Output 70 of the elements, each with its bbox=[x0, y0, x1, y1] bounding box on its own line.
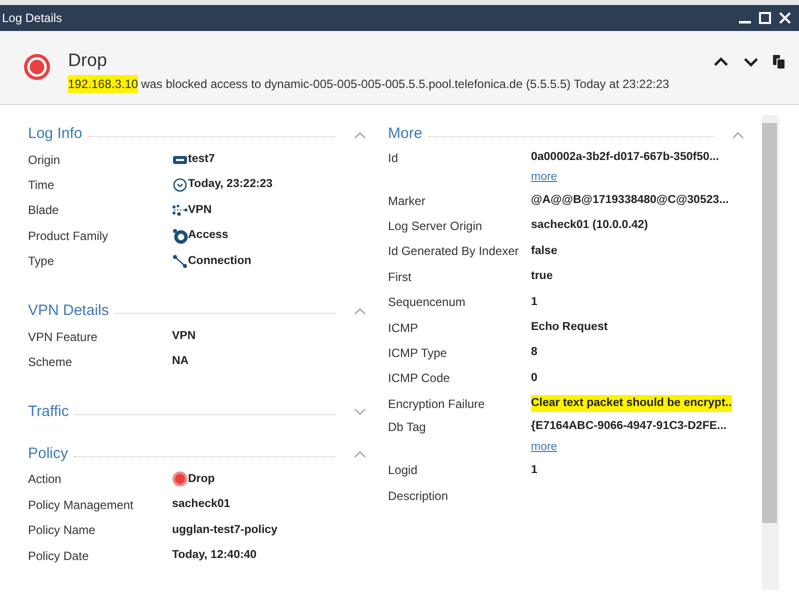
field-label: Id bbox=[388, 150, 400, 166]
field-label: ICMP Type bbox=[388, 345, 448, 362]
field-label: Logid bbox=[388, 462, 418, 480]
section-title[interactable]: VPN Details bbox=[28, 300, 109, 323]
field-value: test7 bbox=[188, 152, 215, 168]
field-label: Policy Date bbox=[28, 548, 90, 565]
field-value: Today, 12:40:40 bbox=[172, 548, 257, 563]
source-ip: 192.168.3.10 bbox=[68, 75, 138, 93]
field-label: Db Tag bbox=[388, 419, 427, 436]
field-value: true bbox=[531, 269, 553, 284]
field-value: false bbox=[531, 244, 558, 259]
field-value: Clear text packet should be encrypt.. bbox=[531, 395, 732, 412]
field-label: Id Generated By Indexer bbox=[388, 243, 520, 260]
ring-icon bbox=[172, 228, 188, 244]
close-icon[interactable] bbox=[779, 12, 791, 24]
scrollbar-thumb[interactable] bbox=[762, 123, 777, 523]
section-title[interactable]: Log Info bbox=[28, 123, 82, 146]
log-message: was blocked access to dynamic-005-005-005-005.5.5.pool.telefonica.de (5.5.5.5) Today at 23:22:23 bbox=[141, 76, 670, 93]
field-label: Type bbox=[28, 253, 56, 270]
field-label: Action bbox=[28, 471, 62, 488]
field-label: Origin bbox=[28, 152, 62, 169]
field-label: Marker bbox=[388, 192, 426, 210]
field-value: 1 bbox=[531, 462, 538, 478]
more-link[interactable]: more bbox=[531, 169, 558, 187]
field-label: ICMP bbox=[388, 320, 419, 337]
field-label: Sequencenum bbox=[388, 294, 466, 312]
field-value: @A@@B@1719338480@C@30523... bbox=[531, 193, 729, 208]
section-title[interactable]: More bbox=[388, 123, 422, 146]
clock-icon bbox=[172, 177, 188, 194]
field-label: Time bbox=[28, 177, 56, 194]
field-value: 0a00002a-3b2f-d017-667b-350f50... bbox=[531, 150, 719, 165]
field-value: Today, 23:22:23 bbox=[188, 177, 273, 192]
window-title: Log Details bbox=[2, 10, 62, 27]
field-value: 0 bbox=[531, 370, 538, 386]
field-label: Log Server Origin bbox=[388, 218, 484, 236]
drop-icon bbox=[172, 471, 188, 488]
field-value: sacheck01 bbox=[172, 497, 230, 512]
section-title[interactable]: Policy bbox=[28, 442, 68, 466]
connection-icon bbox=[172, 253, 188, 270]
field-label: Encryption Failure bbox=[388, 396, 486, 413]
field-label: First bbox=[388, 268, 412, 286]
chevron-up-icon[interactable] bbox=[713, 57, 729, 67]
field-value: 8 bbox=[531, 345, 538, 360]
field-value: sacheck01 (10.0.0.42) bbox=[531, 218, 648, 234]
field-value: NA bbox=[172, 354, 189, 370]
field-value: Drop bbox=[188, 472, 215, 487]
field-label: Policy Name bbox=[28, 522, 96, 540]
field-value: ugglan-test7-policy bbox=[172, 522, 278, 538]
chevron-down-icon[interactable] bbox=[743, 57, 759, 67]
more-link[interactable]: more bbox=[531, 438, 558, 456]
field-label: VPN Feature bbox=[28, 328, 98, 346]
field-label: Scheme bbox=[28, 354, 74, 372]
action-title: Drop bbox=[68, 49, 108, 71]
field-label: Product Family bbox=[28, 228, 110, 245]
field-value: VPN bbox=[172, 329, 196, 344]
field-value: Echo Request bbox=[531, 320, 608, 336]
copy-icon[interactable] bbox=[773, 55, 785, 69]
field-value: {E7164ABC-9066-4947-91C3-D2FE... bbox=[531, 419, 727, 434]
maximize-icon[interactable] bbox=[759, 12, 771, 24]
field-label: Description bbox=[388, 488, 450, 505]
section-title[interactable]: Traffic bbox=[28, 400, 69, 424]
field-value: Access bbox=[188, 228, 228, 244]
field-label: Blade bbox=[28, 202, 60, 220]
field-value: Connection bbox=[188, 254, 252, 269]
drop-icon bbox=[22, 52, 52, 82]
dots-network-icon bbox=[172, 202, 188, 218]
field-label: ICMP Code bbox=[388, 370, 451, 388]
field-value: VPN bbox=[188, 202, 212, 218]
field-value: 1 bbox=[531, 294, 538, 310]
field-label: Policy Management bbox=[28, 496, 134, 514]
